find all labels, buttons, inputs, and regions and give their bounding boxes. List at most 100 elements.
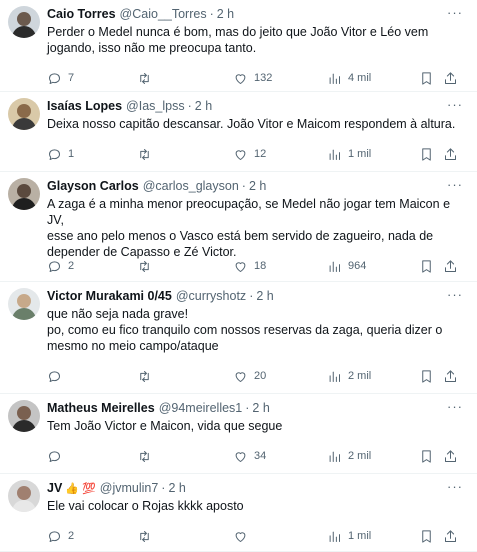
reply-tweet[interactable]: Glayson Carlos @carlos_glayson · 2 h ··· A za… (0, 172, 477, 282)
author-handle[interactable]: @94meirelles1 (159, 401, 243, 415)
more-icon[interactable]: ··· (447, 287, 463, 302)
views-button[interactable]: 2 mil (327, 448, 371, 464)
views-count: 2 mil (348, 370, 372, 382)
timestamp[interactable]: 2 h (195, 99, 212, 113)
reply-button[interactable]: 2 (47, 528, 74, 544)
action-bar: 7 132 4 mil (47, 70, 463, 86)
avatar[interactable] (8, 6, 40, 38)
author-name[interactable]: JV (47, 481, 62, 495)
author-handle[interactable]: @Ias_lpss (126, 99, 185, 113)
author-handle[interactable]: @jvmulin7 (100, 481, 159, 495)
share-button[interactable] (443, 146, 458, 162)
retweet-button[interactable] (137, 70, 158, 86)
retweet-icon (137, 529, 152, 544)
avatar[interactable] (8, 178, 40, 210)
more-icon[interactable]: ··· (447, 97, 463, 112)
tweet-text: A zaga é a minha menor preocupação, se M… (47, 197, 451, 259)
views-button[interactable]: 2 mil (327, 368, 371, 384)
timestamp[interactable]: 2 h (168, 481, 185, 495)
like-button[interactable]: 12 (233, 146, 266, 162)
views-count: 2 mil (348, 450, 372, 462)
avatar[interactable] (8, 288, 40, 320)
share-icon (443, 71, 458, 86)
bookmark-button[interactable] (419, 528, 434, 544)
author-handle[interactable]: @carlos_glayson (143, 179, 239, 193)
reply-button[interactable] (47, 368, 68, 384)
heart-icon (233, 369, 248, 384)
more-icon[interactable]: ··· (447, 177, 463, 192)
reply-tweet[interactable]: Matheus Meirelles @94meirelles1 · 2 h ··· Tem… (0, 394, 477, 474)
bookmark-button[interactable] (419, 368, 434, 384)
retweet-button[interactable] (137, 528, 158, 544)
author-name[interactable]: Caio Torres (47, 7, 116, 21)
share-button[interactable] (443, 368, 458, 384)
author-name[interactable]: Matheus Meirelles (47, 401, 155, 415)
bookmark-icon (419, 71, 434, 86)
more-icon[interactable]: ··· (447, 5, 463, 20)
author-handle[interactable]: @Caio__Torres (120, 7, 207, 21)
views-button[interactable]: 4 mil (327, 70, 371, 86)
tweet-header: Glayson Carlos @carlos_glayson · 2 h (47, 177, 449, 195)
retweet-button[interactable] (137, 448, 158, 464)
more-icon[interactable]: ··· (447, 399, 463, 414)
heart-icon (233, 147, 248, 162)
tweet-text: Tem João Victor e Maicon, vida que segue (47, 419, 283, 433)
retweet-icon (137, 449, 152, 464)
timestamp[interactable]: 2 h (249, 179, 266, 193)
share-button[interactable] (443, 448, 458, 464)
author-handle[interactable]: @curryshotz (176, 289, 246, 303)
bookmark-button[interactable] (419, 448, 434, 464)
avatar[interactable] (8, 480, 40, 512)
reply-button[interactable]: 1 (47, 146, 74, 162)
avatar[interactable] (8, 98, 40, 130)
reply-icon (47, 259, 62, 274)
reply-button[interactable] (47, 448, 68, 464)
share-button[interactable] (443, 258, 458, 274)
timestamp[interactable]: 2 h (256, 289, 273, 303)
tweet-text: Perder o Medel nunca é bom, mas do jeito… (47, 25, 429, 55)
bookmark-icon (419, 259, 434, 274)
views-count: 964 (348, 260, 367, 272)
retweet-button[interactable] (137, 146, 158, 162)
share-icon (443, 369, 458, 384)
like-button[interactable]: 132 (233, 70, 272, 86)
avatar[interactable] (8, 400, 40, 432)
reply-tweet[interactable]: Caio Torres @Caio__Torres · 2 h ··· Perder o … (0, 0, 477, 92)
bookmark-button[interactable] (419, 70, 434, 86)
retweet-button[interactable] (137, 368, 158, 384)
like-button[interactable]: 34 (233, 448, 266, 464)
bookmark-button[interactable] (419, 258, 434, 274)
share-icon (443, 259, 458, 274)
bookmark-button[interactable] (419, 146, 434, 162)
author-name[interactable]: Victor Murakami 0/45 (47, 289, 172, 303)
bookmark-icon (419, 369, 434, 384)
retweet-button[interactable] (137, 258, 158, 274)
reply-icon (47, 449, 62, 464)
like-button[interactable]: 18 (233, 258, 266, 274)
reply-tweet[interactable]: Isaías Lopes @Ias_lpss · 2 h ··· Deixa nosso … (0, 92, 477, 172)
author-name[interactable]: Glayson Carlos (47, 179, 139, 193)
views-icon (327, 369, 342, 384)
like-button[interactable]: 20 (233, 368, 266, 384)
retweet-icon (137, 147, 152, 162)
retweet-icon (137, 71, 152, 86)
separator-dot: · (245, 401, 250, 415)
like-button[interactable] (233, 528, 254, 544)
tweet-header: Caio Torres @Caio__Torres · 2 h (47, 5, 449, 23)
share-button[interactable] (443, 70, 458, 86)
reply-tweet[interactable]: Victor Murakami 0/45 @curryshotz · 2 h ··· qu… (0, 282, 477, 394)
reply-tweet[interactable]: JV 👍 💯 @jvmulin7 · 2 h ··· Ele vai colocar o R… (0, 474, 477, 552)
timestamp[interactable]: 2 h (217, 7, 234, 21)
heart-icon (233, 529, 248, 544)
views-button[interactable]: 1 mil (327, 528, 371, 544)
views-button[interactable]: 1 mil (327, 146, 371, 162)
retweet-icon (137, 369, 152, 384)
views-button[interactable]: 964 (327, 258, 366, 274)
share-icon (443, 449, 458, 464)
share-button[interactable] (443, 528, 458, 544)
timestamp[interactable]: 2 h (252, 401, 269, 415)
reply-button[interactable]: 7 (47, 70, 74, 86)
more-icon[interactable]: ··· (447, 479, 463, 494)
author-name[interactable]: Isaías Lopes (47, 99, 122, 113)
reply-button[interactable]: 2 (47, 258, 74, 274)
